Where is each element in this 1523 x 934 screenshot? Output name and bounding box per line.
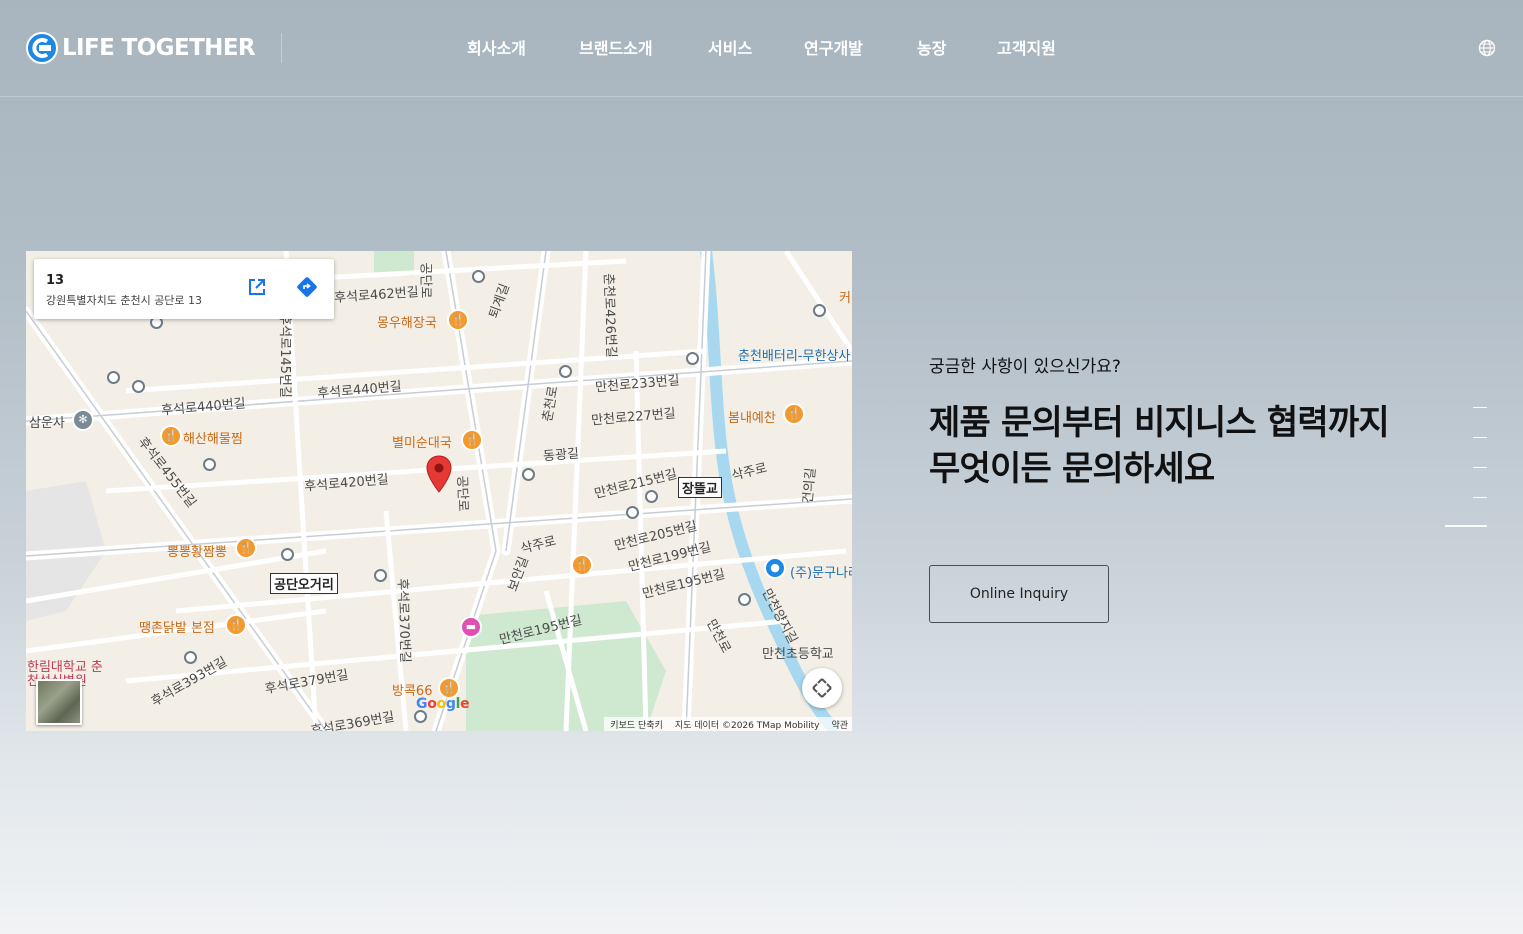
poi-label[interactable]: 뽕뽕황짬뽕 — [167, 541, 227, 560]
bus-stop-icon[interactable] — [522, 468, 535, 481]
restaurant-icon[interactable]: 🍴 — [461, 429, 483, 451]
bus-stop-icon[interactable] — [813, 304, 826, 317]
location-pin-icon[interactable] — [426, 455, 452, 493]
open-in-new-icon — [249, 279, 265, 295]
bus-stop-icon[interactable] — [626, 506, 639, 519]
directions-icon — [297, 277, 317, 297]
site-header: LIFE TOGETHER 회사소개 브랜드소개 서비스 연구개발 농장 고객지… — [0, 0, 1523, 97]
pager-dot-4[interactable] — [1473, 497, 1487, 498]
restaurant-icon[interactable]: 🍴 — [571, 554, 593, 576]
headline-line-1: 제품 문의부터 비지니스 협력까지 — [929, 403, 1390, 443]
street-label: 공단로 — [453, 475, 471, 512]
nav-item-company[interactable]: 회사소개 — [467, 35, 526, 59]
street-label: 건의길 — [800, 467, 819, 505]
restaurant-icon[interactable]: 🍴 — [447, 309, 469, 331]
inquiry-headline: 제품 문의부터 비지니스 협력까지 무엇이든 문의하세요 — [929, 400, 1390, 492]
bus-stop-icon[interactable] — [645, 490, 658, 503]
open-in-maps-button[interactable] — [241, 271, 273, 303]
fullscreen-icon — [812, 678, 832, 698]
map-data-credit: 지도 데이터 ©2026 TMap Mobility — [674, 720, 820, 731]
restaurant-icon[interactable]: 🍴 — [235, 537, 257, 559]
poi-label[interactable]: 춘천배터리-무한상사 — [738, 345, 850, 364]
satellite-toggle-button[interactable] — [36, 679, 82, 725]
pager-dot-3[interactable] — [1473, 467, 1487, 468]
inquiry-eyebrow: 궁금한 사항이 있으신가요? — [929, 357, 1121, 377]
bus-stop-icon[interactable] — [472, 270, 485, 283]
google-logo: Google — [416, 696, 470, 712]
restaurant-icon[interactable]: 🍴 — [225, 614, 247, 636]
keyboard-shortcuts-link[interactable]: 키보드 단축키 — [610, 718, 663, 731]
temple-icon[interactable]: ✻ — [72, 409, 94, 431]
pager-dot-1[interactable] — [1473, 407, 1487, 408]
nav-item-service[interactable]: 서비스 — [708, 35, 752, 59]
poi-label[interactable]: 별미순대국 — [392, 432, 452, 451]
main-nav: 회사소개 브랜드소개 서비스 연구개발 농장 고객지원 — [0, 35, 1523, 61]
bus-stop-icon[interactable] — [374, 569, 387, 582]
restaurant-icon[interactable]: 🍴 — [160, 425, 182, 447]
globe-icon[interactable] — [1477, 38, 1497, 58]
fullscreen-button[interactable] — [802, 668, 842, 708]
poi-label[interactable]: 만천초등학교 — [762, 643, 834, 662]
place-info-card: 13 강원특별자치도 춘천시 공단로 13 — [34, 259, 334, 319]
bus-stop-icon[interactable] — [559, 365, 572, 378]
poi-label[interactable]: 커 — [839, 287, 851, 306]
poi-label[interactable]: (주)문구나라 — [790, 562, 852, 581]
street-label: 공단로 — [417, 262, 433, 299]
landmark-label[interactable]: 장뜰교 — [678, 477, 722, 498]
poi-label[interactable]: 땡촌닭발 본점 — [139, 617, 215, 636]
bus-stop-icon[interactable] — [107, 371, 120, 384]
pager-dot-2[interactable] — [1473, 437, 1487, 438]
poi-label[interactable]: 몽우해장국 — [377, 312, 437, 331]
place-address: 강원특별자치도 춘천시 공단로 13 — [46, 294, 203, 307]
place-title: 13 — [46, 273, 65, 288]
bus-stop-icon[interactable] — [203, 458, 216, 471]
nav-item-research[interactable]: 연구개발 — [804, 35, 863, 59]
online-inquiry-button[interactable]: Online Inquiry — [929, 565, 1109, 623]
poi-label[interactable]: 해산해물찜 — [183, 428, 243, 447]
nav-item-farm[interactable]: 농장 — [917, 35, 946, 59]
nav-item-support[interactable]: 고객지원 — [997, 35, 1056, 59]
poi-label[interactable]: 삼운사 — [29, 412, 65, 431]
bus-stop-icon[interactable] — [738, 593, 751, 606]
directions-button[interactable] — [291, 271, 323, 303]
street-label: 동광길 — [542, 446, 580, 465]
street-label: 후석로145번길 — [276, 313, 292, 398]
bus-stop-icon[interactable] — [132, 380, 145, 393]
bus-stop-icon[interactable] — [281, 548, 294, 561]
landmark-label[interactable]: 공단오거리 — [270, 573, 338, 594]
poi-label[interactable]: 봄내예찬 — [728, 407, 776, 426]
street-label: 춘천로426번길 — [600, 273, 619, 359]
hotel-icon[interactable]: ▬ — [460, 616, 482, 638]
location-map[interactable]: 🍴 🍴 🍴 🍴 🍴 🍴 🍴 🍴 ▬ ● ✻ 후석로462번길 몽우해장국 후석로… — [26, 251, 852, 731]
map-attribution: 키보드 단축키 지도 데이터 ©2026 TMap Mobility 약관 — [604, 717, 852, 731]
headline-line-2: 무엇이든 문의하세요 — [929, 449, 1215, 489]
bus-stop-icon[interactable] — [184, 651, 197, 664]
restaurant-icon[interactable]: 🍴 — [783, 403, 805, 425]
terms-link[interactable]: 약관 — [831, 718, 848, 731]
street-label: 후석로370번길 — [394, 578, 413, 664]
nav-item-brand[interactable]: 브랜드소개 — [579, 35, 653, 59]
bus-stop-icon[interactable] — [686, 352, 699, 365]
pager-dot-5-active[interactable] — [1445, 525, 1487, 527]
shop-icon[interactable]: ● — [764, 557, 786, 579]
